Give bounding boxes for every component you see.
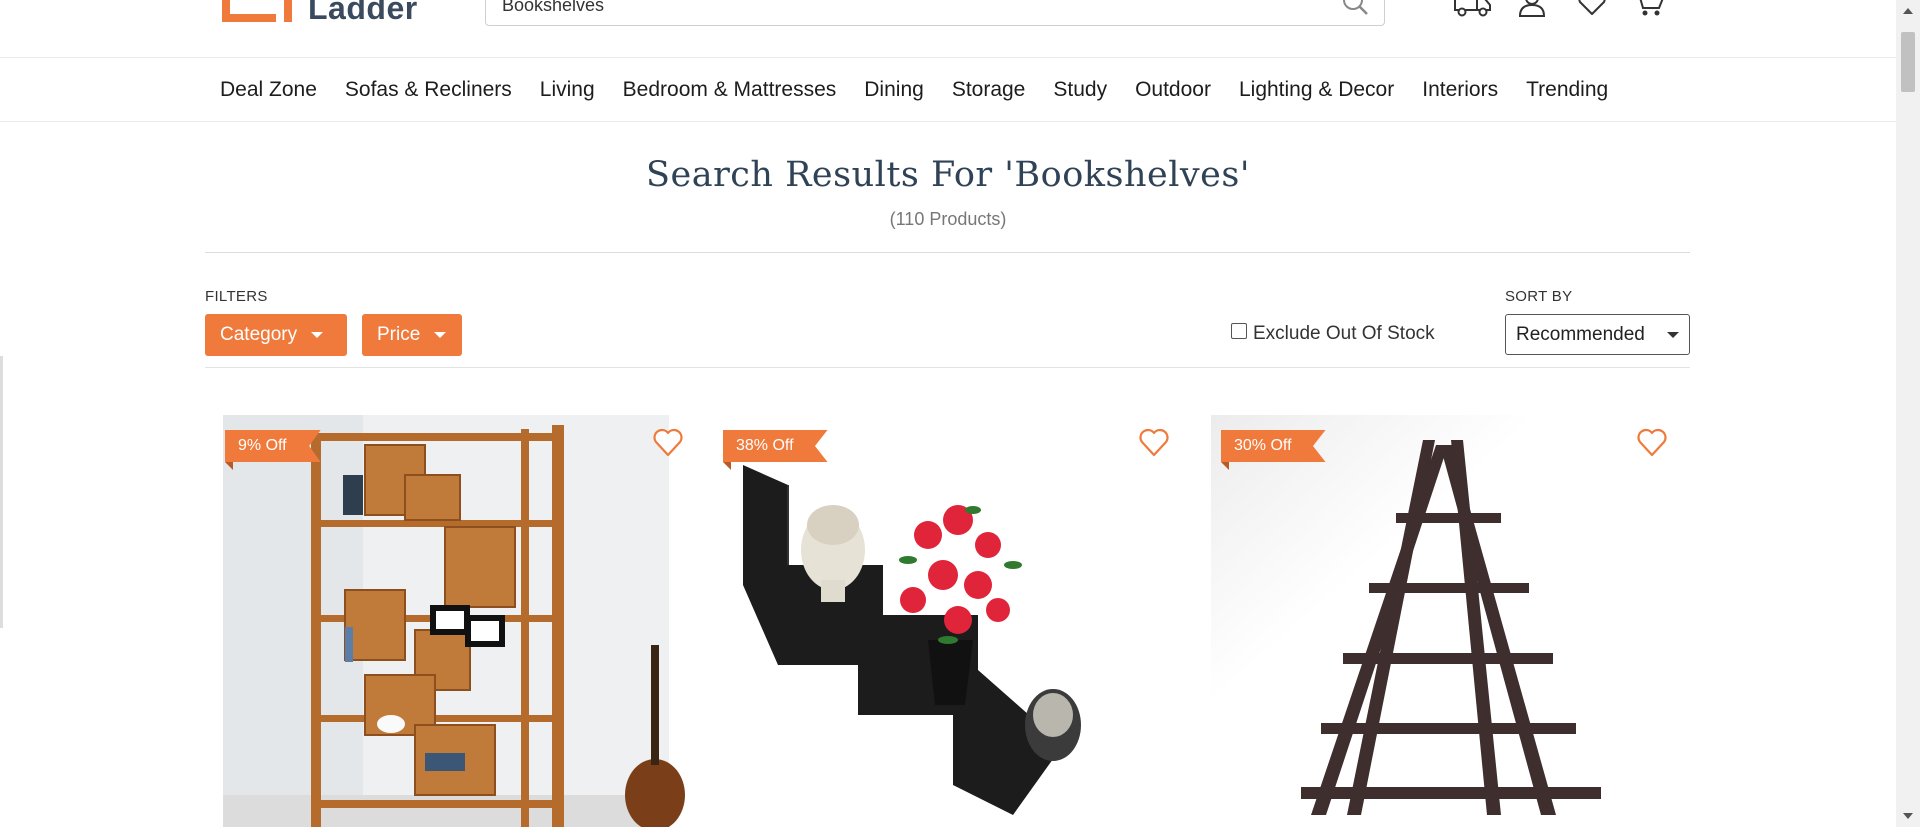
- wishlist-heart-icon[interactable]: [1137, 427, 1171, 459]
- exclude-out-of-stock-checkbox[interactable]: [1231, 323, 1247, 339]
- wishlist-heart-icon[interactable]: [651, 427, 685, 459]
- price-filter-button[interactable]: Price: [362, 314, 462, 356]
- price-filter-label: Price: [377, 324, 421, 345]
- nav-item-dining[interactable]: Dining: [850, 78, 938, 102]
- search-input[interactable]: [500, 0, 1304, 19]
- product-card[interactable]: 9% Off: [215, 415, 685, 827]
- nav-item-lighting-decor[interactable]: Lighting & Decor: [1225, 78, 1408, 102]
- cart-icon[interactable]: [1630, 0, 1670, 18]
- divider: [205, 252, 1690, 253]
- nav-item-living[interactable]: Living: [526, 78, 609, 102]
- category-filter-button[interactable]: Category: [205, 314, 347, 356]
- badge-fold: [723, 462, 731, 470]
- sort-select[interactable]: Recommended: [1505, 314, 1690, 355]
- wooden-bookshelf-image: [215, 415, 685, 827]
- search-box: [485, 0, 1385, 26]
- sort-label: SORT BY: [1505, 288, 1573, 305]
- caret-down-icon: [1667, 332, 1679, 338]
- nav-item-bedroom-mattresses[interactable]: Bedroom & Mattresses: [609, 78, 851, 102]
- sort-selected-value: Recommended: [1516, 323, 1645, 345]
- category-filter-label: Category: [220, 324, 298, 345]
- logo-text: Ladder: [308, 0, 418, 26]
- product-count: (110 Products): [889, 209, 1007, 229]
- nav-item-deal-zone[interactable]: Deal Zone: [220, 78, 331, 102]
- user-icon[interactable]: [1512, 0, 1552, 18]
- scroll-down-arrow-icon[interactable]: [1903, 813, 1913, 819]
- caret-down-icon: [434, 332, 447, 338]
- nav-item-outdoor[interactable]: Outdoor: [1121, 78, 1225, 102]
- discount-badge: 38% Off: [723, 430, 828, 462]
- nav-items: Deal Zone Sofas & Recliners Living Bedro…: [220, 58, 1622, 122]
- main-nav: Deal Zone Sofas & Recliners Living Bedro…: [0, 57, 1896, 122]
- exclude-out-of-stock[interactable]: Exclude Out Of Stock: [1231, 323, 1435, 345]
- side-tab: [0, 356, 3, 628]
- page: Ladder Deal Zone Sofas & Recliners Livin…: [0, 0, 1896, 827]
- nav-item-trending[interactable]: Trending: [1512, 78, 1622, 102]
- a-frame-ladder-shelf-image: [1211, 415, 1681, 827]
- caret-down-icon: [311, 332, 324, 338]
- scroll-thumb[interactable]: [1901, 32, 1915, 92]
- nav-item-study[interactable]: Study: [1039, 78, 1121, 102]
- exclude-out-of-stock-label: Exclude Out Of Stock: [1253, 323, 1435, 344]
- discount-badge: 9% Off: [225, 430, 321, 462]
- nav-item-sofas-recliners[interactable]: Sofas & Recliners: [331, 78, 526, 102]
- divider: [205, 367, 1690, 368]
- wishlist-heart-icon[interactable]: [1635, 427, 1669, 459]
- logo-mark-bar: [284, 0, 292, 22]
- vertical-scrollbar[interactable]: [1896, 0, 1920, 827]
- zigzag-wall-shelf-image: [713, 415, 1183, 827]
- nav-item-storage[interactable]: Storage: [938, 78, 1040, 102]
- search-icon[interactable]: [1340, 0, 1370, 17]
- page-title: Search Results For 'Bookshelves': [646, 155, 1250, 195]
- scroll-up-arrow-icon[interactable]: [1903, 8, 1913, 14]
- badge-fold: [1221, 462, 1229, 470]
- product-card[interactable]: 38% Off: [713, 415, 1183, 827]
- badge-fold: [225, 462, 233, 470]
- heart-icon[interactable]: [1572, 0, 1612, 18]
- product-card[interactable]: 30% Off: [1211, 415, 1681, 827]
- filters-label: FILTERS: [205, 288, 268, 305]
- discount-badge: 30% Off: [1221, 430, 1326, 462]
- delivery-truck-icon[interactable]: [1453, 0, 1493, 18]
- nav-item-interiors[interactable]: Interiors: [1408, 78, 1512, 102]
- logo-mark: [222, 0, 276, 22]
